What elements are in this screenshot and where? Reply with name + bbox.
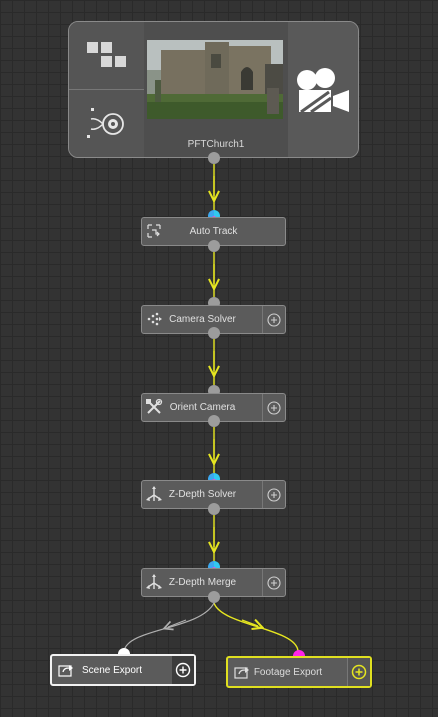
z-depth-solver-label: Z-Depth Solver [168,489,237,500]
auto-track-output-port[interactable] [208,240,220,252]
orient-camera-output-port[interactable] [208,415,220,427]
orient-camera-label: Orient Camera [169,402,236,413]
plus-circle-icon [175,662,191,678]
z-depth-merge-add-button[interactable] [262,569,285,596]
camera-solver-label: Camera Solver [169,314,236,325]
clip-tools-panel [69,22,144,157]
clip-preview: PFTChurch1 [144,22,288,157]
plus-circle-icon [267,487,281,502]
scene-export-label: Scene Export [81,665,143,676]
tracker-grid-button[interactable] [69,22,144,90]
footage-export-label: Footage Export [253,667,323,678]
track-target-icon [86,107,124,138]
clip-name-label: PFTChurch1 [187,139,245,150]
clip-thumbnail [147,40,283,119]
scene-export-node[interactable]: Scene Export [50,654,196,686]
z-depth-solver-output-port[interactable] [208,503,220,515]
clip-input-node[interactable]: PFTChurch1 [68,21,359,158]
footage-export-node[interactable]: Footage Export [226,656,372,688]
scene-export-add-button[interactable] [172,656,194,684]
footage-export-add-button[interactable] [347,658,370,686]
movie-camera-icon [296,67,349,113]
plus-circle-icon [267,575,281,590]
track-target-button[interactable] [69,90,144,157]
camera-solver-add-button[interactable] [262,306,285,333]
plus-circle-icon [267,400,281,415]
orient-camera-add-button[interactable] [262,394,285,421]
z-depth-merge-output-port[interactable] [208,591,220,603]
z-depth-merge-label: Z-Depth Merge [168,577,237,588]
plus-circle-icon [267,312,281,327]
camera-button[interactable] [288,22,358,157]
church-footage-image [147,40,283,119]
camera-solver-output-port[interactable] [208,327,220,339]
plus-circle-icon [351,664,367,680]
z-depth-solver-add-button[interactable] [262,481,285,508]
grid-squares-icon [86,41,126,67]
clip-output-port[interactable] [208,152,220,164]
wire-merge-footage-export [213,602,299,652]
auto-track-label: Auto Track [189,226,238,237]
